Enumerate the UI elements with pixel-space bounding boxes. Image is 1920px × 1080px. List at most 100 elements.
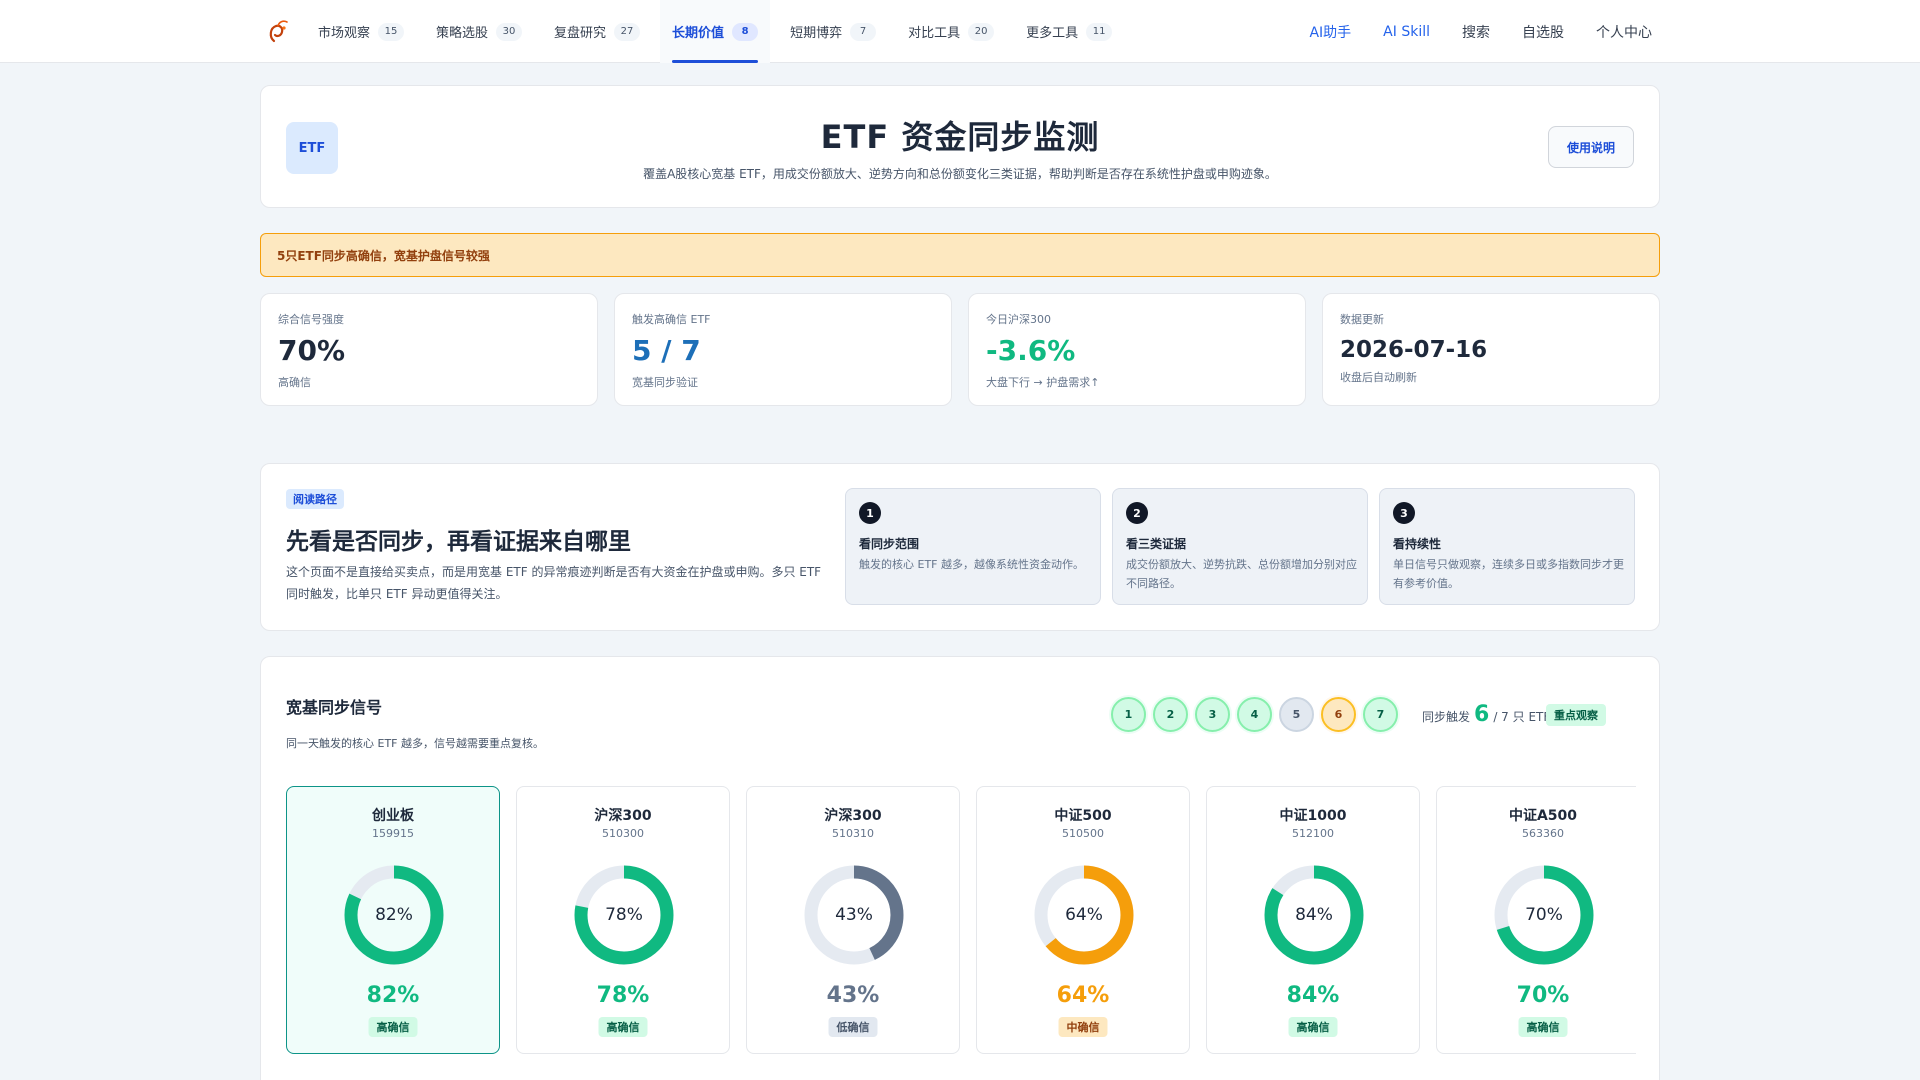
- etf-card[interactable]: 中证500 510500 64% 64% 中确信: [976, 786, 1190, 1054]
- sync-count-suffix: / 7 只 ETF: [1493, 710, 1551, 724]
- stat-card-triggered-etf: 触发高确信 ETF 5 / 7 宽基同步验证: [614, 293, 952, 406]
- page-title: ETF 资金同步监测: [820, 118, 1100, 156]
- stat-label: 数据更新: [1340, 313, 1384, 326]
- etf-card[interactable]: 沪深300 510310 43% 43% 低确信: [746, 786, 960, 1054]
- etf-code: 563360: [1522, 827, 1564, 840]
- sync-dot: 1: [1111, 697, 1146, 732]
- nav-tab-count-badge: 15: [378, 22, 405, 41]
- ring-center-label: 70%: [1525, 905, 1563, 925]
- sync-count-value: 6: [1474, 702, 1490, 727]
- ai-skill-link[interactable]: AI Skill: [1383, 24, 1430, 40]
- etf-card[interactable]: 沪深300 510300 78% 78% 高确信: [516, 786, 730, 1054]
- confidence-badge: 高确信: [368, 1017, 418, 1037]
- nav-tab-count-badge: 11: [1086, 22, 1113, 41]
- broad-sync-signal-card: 宽基同步信号 同一天触发的核心 ETF 越多，信号越需要重点复核。 123456…: [260, 656, 1660, 1080]
- help-button[interactable]: 使用说明: [1548, 126, 1634, 168]
- nav-tab-count-badge: 7: [850, 22, 877, 41]
- page-header-card: ETF ETF 资金同步监测 覆盖A股核心宽基 ETF，用成交份额放大、逆势方向…: [260, 85, 1660, 208]
- focus-badge: 重点观察: [1546, 704, 1606, 726]
- step-number: 3: [1393, 502, 1415, 524]
- stat-label: 触发高确信 ETF: [632, 313, 711, 326]
- step-title: 看三类证据: [1126, 537, 1187, 551]
- watchlist-link[interactable]: 自选股: [1522, 22, 1564, 42]
- stat-note: 大盘下行 → 护盘需求↑: [986, 376, 1100, 389]
- step-text: 单日信号只做观察，连续多日或多指数同步才更有参考价值。: [1393, 558, 1624, 590]
- nav-tab[interactable]: 对比工具 20: [896, 0, 1006, 63]
- step-number: 1: [859, 502, 881, 524]
- etf-card[interactable]: 创业板 159915 82% 82% 高确信: [286, 786, 500, 1054]
- nav-tab-label: 复盘研究: [554, 26, 607, 41]
- guide-title: 先看是否同步，再看证据来自哪里: [286, 529, 631, 555]
- nav-tab-count-badge: 30: [496, 22, 523, 41]
- etf-percent: 43%: [826, 983, 880, 1008]
- stat-note: 高确信: [278, 376, 311, 389]
- etf-code: 510300: [602, 827, 644, 840]
- guide-description: 这个页面不是直接给买卖点，而是用宽基 ETF 的异常痕迹判断是否有大资金在护盘或…: [286, 565, 822, 601]
- etf-card[interactable]: 中证A500 563360 70% 70% 高确信: [1436, 786, 1636, 1054]
- nav-tab-count-badge: 27: [614, 22, 641, 41]
- confidence-badge: 中确信: [1058, 1017, 1108, 1037]
- nav-tabs: 市场观察 15 策略选股 30 复盘研究 27 长期价值 8 短期博弈 7 对比工具 20 更多工具 11: [306, 0, 1132, 63]
- step-text: 触发的核心 ETF 越多，越像系统性资金动作。: [859, 558, 1084, 571]
- nav-tab-label: 长期价值: [672, 26, 725, 41]
- ring-center-label: 84%: [1295, 905, 1333, 925]
- confidence-badge: 高确信: [1288, 1017, 1338, 1037]
- etf-card-row: 创业板 159915 82% 82% 高确信 沪深300 510300 78% 78% 高确信 沪深…: [286, 786, 1636, 1066]
- signal-alert-banner: 5只ETF同步高确信，宽基护盘信号较强: [260, 233, 1660, 277]
- nav-tab-label: 市场观察: [318, 26, 371, 41]
- guide-step-3: 3 看持续性 单日信号只做观察，连续多日或多指数同步才更有参考价值。: [1379, 488, 1635, 605]
- nav-right: AI助手 AI Skill 搜索 自选股 个人中心: [1309, 0, 1652, 63]
- confidence-badge: 高确信: [1518, 1017, 1568, 1037]
- stat-value: 2026-07-16: [1340, 337, 1488, 363]
- nav-tab[interactable]: 复盘研究 27: [542, 0, 652, 63]
- search-link[interactable]: 搜索: [1462, 22, 1490, 42]
- ring-center-label: 78%: [605, 905, 643, 925]
- stat-label: 今日沪深300: [986, 313, 1051, 326]
- etf-code: 510500: [1062, 827, 1104, 840]
- logo-icon[interactable]: [268, 19, 290, 43]
- sync-dot: 7: [1363, 697, 1398, 732]
- guide-step-1: 1 看同步范围 触发的核心 ETF 越多，越像系统性资金动作。: [845, 488, 1101, 605]
- sync-dots: 1234567: [1111, 697, 1398, 732]
- sync-dot: 3: [1195, 697, 1230, 732]
- nav-tab-label: 策略选股: [436, 26, 489, 41]
- sync-dot: 2: [1153, 697, 1188, 732]
- step-title: 看同步范围: [859, 537, 920, 551]
- sync-count: 同步触发 6 / 7 只 ETF: [1422, 702, 1550, 727]
- stat-label: 综合信号强度: [278, 313, 344, 326]
- ring-center-label: 64%: [1065, 905, 1103, 925]
- nav-tab-count-badge: 20: [968, 22, 995, 41]
- nav-tab-label: 短期博弈: [790, 26, 843, 41]
- nav-tab-label: 对比工具: [908, 26, 961, 41]
- etf-percent: 82%: [366, 983, 420, 1008]
- etf-percent: 70%: [1516, 983, 1570, 1008]
- etf-code: 510310: [832, 827, 874, 840]
- profile-link[interactable]: 个人中心: [1596, 22, 1652, 42]
- stat-note: 宽基同步验证: [632, 376, 698, 389]
- guide-step-2: 2 看三类证据 成交份额放大、逆势抗跌、总份额增加分别对应不同路径。: [1112, 488, 1368, 605]
- etf-name: 中证A500: [1508, 808, 1578, 824]
- stat-value: -3.6%: [986, 334, 1076, 367]
- nav-tab[interactable]: 短期博弈 7: [778, 0, 888, 63]
- nav-tab[interactable]: 市场观察 15: [306, 0, 416, 63]
- stat-value: 5 / 7: [632, 334, 701, 367]
- sync-dot: 4: [1237, 697, 1272, 732]
- stat-value: 70%: [278, 334, 346, 367]
- etf-percent: 64%: [1056, 983, 1110, 1008]
- etf-name: 中证500: [1054, 808, 1112, 824]
- stat-card-data-update: 数据更新 2026-07-16 收盘后自动刷新: [1322, 293, 1660, 406]
- guide-tag: 阅读路径: [286, 489, 344, 509]
- sync-dot: 5: [1279, 697, 1314, 732]
- confidence-badge: 高确信: [598, 1017, 648, 1037]
- step-title: 看持续性: [1393, 537, 1442, 551]
- nav-tab[interactable]: 策略选股 30: [424, 0, 534, 63]
- nav-tab[interactable]: 更多工具 11: [1014, 0, 1124, 63]
- etf-code: 512100: [1292, 827, 1334, 840]
- ai-assistant-link[interactable]: AI助手: [1309, 22, 1351, 42]
- top-nav: 市场观察 15 策略选股 30 复盘研究 27 长期价值 8 短期博弈 7 对比工具 20 更多工具 11…: [0, 0, 1920, 63]
- reading-guide-card: 阅读路径 先看是否同步，再看证据来自哪里 这个页面不是直接给买卖点，而是用宽基 …: [260, 463, 1660, 631]
- section-subtitle: 同一天触发的核心 ETF 越多，信号越需要重点复核。: [286, 737, 544, 750]
- nav-tab[interactable]: 长期价值 8: [660, 0, 771, 63]
- etf-card[interactable]: 中证1000 512100 84% 84% 高确信: [1206, 786, 1420, 1054]
- etf-code: 159915: [372, 827, 414, 840]
